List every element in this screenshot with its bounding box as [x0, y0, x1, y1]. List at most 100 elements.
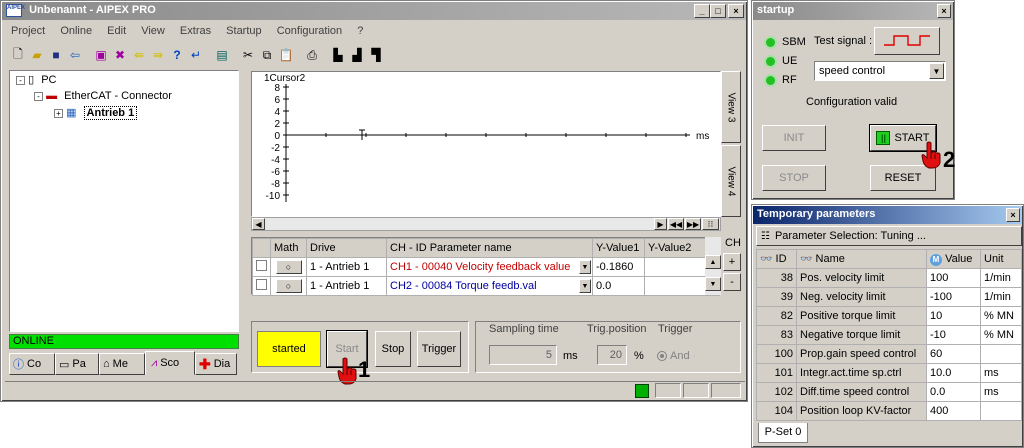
minimize-button[interactable]: _ [694, 4, 710, 18]
dropdown-arrow-icon[interactable]: ▼ [579, 279, 591, 293]
import-icon[interactable]: ⇦ [66, 46, 84, 64]
math-button[interactable]: ○ [275, 279, 302, 293]
table-row[interactable]: ○ 1 - Antrieb 1 CH2 - 00084 Torque feedb… [252, 276, 720, 296]
tab-scope[interactable]: ⩘ Sco [145, 351, 195, 375]
parameter-selection-button[interactable]: ☷ Parameter Selection: Tuning ... [756, 226, 1022, 246]
trig-position-input[interactable]: 20 [597, 345, 627, 365]
return-arrow-icon[interactable]: ↵ [187, 46, 205, 64]
table-row[interactable]: 83 Negative torque limit -10% MN [756, 325, 1022, 345]
tab-view4[interactable]: View 4 [721, 145, 741, 217]
param-value[interactable]: 10 [926, 306, 981, 326]
dropdown-arrow-icon[interactable]: ▼ [579, 260, 591, 274]
scroll-left-button[interactable]: ◀ [252, 218, 265, 230]
trigger-button[interactable]: Trigger [417, 331, 461, 367]
temp-params-close-button[interactable]: × [1006, 208, 1020, 222]
grid-dots-icon[interactable]: ⁝⁝ [702, 218, 719, 230]
col-id[interactable]: 👓 ID [756, 249, 797, 269]
param-value[interactable]: 400 [926, 401, 981, 421]
sampling-time-input[interactable]: 5 [489, 345, 557, 365]
table-row[interactable]: ○ 1 - Antrieb 1 CH1 - 00040 Velocity fee… [252, 257, 720, 277]
control-mode-select[interactable]: speed control ▼ [814, 61, 946, 81]
delete-icon[interactable]: ✖ [111, 46, 129, 64]
print-icon[interactable]: ⎙ [303, 46, 321, 64]
add-channel-button[interactable]: + [723, 253, 741, 271]
align-left-icon[interactable]: ▙ [329, 46, 347, 64]
param-value[interactable]: -100 [926, 287, 981, 307]
param-value[interactable]: 0.0 [926, 382, 981, 402]
copy-icon[interactable]: ⧉ [258, 46, 276, 64]
row-checkbox[interactable] [256, 279, 267, 290]
close-button[interactable]: × [728, 4, 744, 18]
tree-item-pc[interactable]: - ▯ PC [16, 73, 56, 86]
table-row[interactable]: 104 Position loop KV-factor 400 [756, 401, 1022, 421]
align-center-icon[interactable]: ▟ [348, 46, 366, 64]
channel-table: Math Drive CH - ID Parameter name Y-Valu… [251, 237, 721, 296]
col-unit[interactable]: Unit [980, 249, 1022, 269]
col-drive[interactable]: Drive [306, 238, 387, 258]
scope-plot[interactable]: 1Cursor2 8 6 4 2 0 -2 -4 -6 -8 -10 ms [251, 71, 721, 217]
scroll-up-button[interactable]: ▲ [705, 255, 721, 269]
maximize-button[interactable]: □ [710, 4, 726, 18]
table-row[interactable]: 101 Integr.act.time sp.ctrl 10.0 ms [756, 363, 1022, 383]
menu-edit[interactable]: Edit [107, 25, 126, 37]
tab-commissioning[interactable]: ⓘ Co [9, 353, 55, 375]
tree-item-drive[interactable]: + ▦ Antrieb 1 [54, 106, 138, 120]
param-value[interactable]: 10.0 [926, 363, 981, 383]
scroll-right-button[interactable]: ▶ [654, 218, 667, 230]
table-row[interactable]: 39 Neg. velocity limit -100 1/min [756, 287, 1022, 307]
scroll-back-icon[interactable]: ◀◀ [668, 218, 684, 230]
scroll-down-button[interactable]: ▼ [705, 277, 721, 291]
init-button[interactable]: INIT [762, 125, 826, 151]
tab-messages[interactable]: ⌂ Me [99, 353, 145, 375]
menu-extras[interactable]: Extras [180, 25, 211, 37]
pset-tab[interactable]: P-Set 0 [758, 423, 808, 443]
arrow-right-icon[interactable]: ⇛ [149, 46, 167, 64]
stop-button[interactable]: Stop [375, 331, 411, 367]
math-button[interactable]: ○ [275, 260, 302, 274]
startup-close-button[interactable]: × [937, 4, 951, 18]
channel-scrollbar[interactable]: ▲ ▼ [705, 237, 721, 295]
new-file-icon[interactable]: 🗋 [9, 46, 27, 64]
y-tick-label: -6 [271, 167, 280, 178]
table-row[interactable]: 38 Pos. velocity limit 100 1/min [756, 268, 1022, 288]
row-param[interactable]: CH1 - 00040 Velocity feedback value [390, 261, 570, 273]
row-param[interactable]: CH2 - 00084 Torque feedb.val [390, 280, 537, 292]
tab-diagnosis[interactable]: ✚ Dia [195, 353, 237, 375]
param-value[interactable]: 100 [926, 268, 981, 288]
menu-project[interactable]: Project [11, 25, 45, 37]
arrow-left-icon[interactable]: ⇚ [130, 46, 148, 64]
menu-startup[interactable]: Startup [226, 25, 261, 37]
col-y1[interactable]: Y-Value1 [592, 238, 645, 258]
help-icon[interactable]: ? [168, 46, 186, 64]
param-value[interactable]: 60 [926, 344, 981, 364]
open-folder-icon[interactable]: ▰ [28, 46, 46, 64]
col-name[interactable]: 👓 Name [796, 249, 927, 269]
tree-item-connector[interactable]: - ▬ EtherCAT - Connector [34, 90, 172, 102]
tab-parameters[interactable]: ▭ Pa [55, 353, 99, 375]
scroll-forward-icon[interactable]: ▶▶ [685, 218, 701, 230]
drive-save-icon[interactable]: ▣ [92, 46, 110, 64]
scope-scrollbar[interactable]: ◀ ▶ ◀◀ ▶▶ ⁝⁝ [251, 217, 721, 231]
param-value[interactable]: -10 [926, 325, 981, 345]
row-checkbox[interactable] [256, 260, 267, 271]
col-math[interactable]: Math [270, 238, 307, 258]
calculator-icon[interactable]: ▤ [213, 46, 231, 64]
and-radio[interactable]: And · [657, 350, 696, 362]
test-signal-button[interactable] [874, 27, 940, 55]
col-param[interactable]: CH - ID Parameter name [386, 238, 593, 258]
menu-help[interactable]: ? [357, 25, 363, 37]
table-row[interactable]: 82 Positive torque limit 10% MN [756, 306, 1022, 326]
tab-view3[interactable]: View 3 [721, 71, 741, 143]
table-row[interactable]: 100 Prop.gain speed control 60 [756, 344, 1022, 364]
remove-channel-button[interactable]: - [723, 273, 741, 291]
menu-view[interactable]: View [141, 25, 165, 37]
paste-icon[interactable]: 📋 [277, 46, 295, 64]
menu-online[interactable]: Online [60, 25, 92, 37]
menu-configuration[interactable]: Configuration [277, 25, 342, 37]
save-icon[interactable]: ■ [47, 46, 65, 64]
stop-drive-button[interactable]: STOP [762, 165, 826, 191]
col-value[interactable]: M Value [926, 249, 981, 269]
cut-icon[interactable]: ✂ [239, 46, 257, 64]
table-row[interactable]: 102 Diff.time speed control 0.0 ms [756, 382, 1022, 402]
align-right-icon[interactable]: ▜ [367, 46, 385, 64]
